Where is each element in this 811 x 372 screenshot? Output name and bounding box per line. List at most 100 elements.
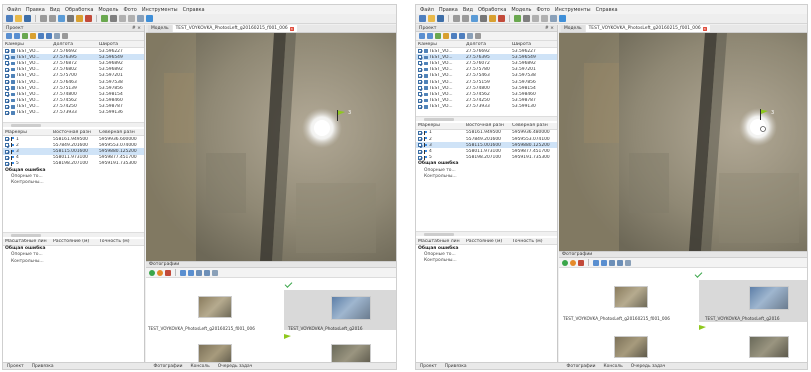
col-scalebars[interactable]: Масштабные лин xyxy=(3,239,53,244)
camera-row[interactable]: TEST_VO... 27.573933 53.599136 xyxy=(3,110,144,116)
remove-icon[interactable] xyxy=(165,269,171,276)
checkbox-icon[interactable] xyxy=(418,73,422,78)
checkbox-icon[interactable] xyxy=(418,92,422,97)
mesh-icon[interactable] xyxy=(523,15,530,22)
checkbox-icon[interactable] xyxy=(418,61,422,66)
remove-icon[interactable] xyxy=(578,259,584,266)
camera-row[interactable]: TEST_VO... 27.575700 53.597201 xyxy=(3,73,144,79)
photo-thumbnail-selected[interactable] xyxy=(331,296,371,320)
view-errors-icon[interactable] xyxy=(451,33,457,39)
photo-view[interactable]: 3 xyxy=(559,33,807,251)
camera-row[interactable]: TEST_VO... 27.574800 53.598154 xyxy=(3,91,144,97)
optimize-icon[interactable] xyxy=(30,33,36,39)
import-icon[interactable] xyxy=(6,33,12,39)
cameras-hscrollbar[interactable] xyxy=(3,122,144,128)
checkbox-icon[interactable] xyxy=(418,130,422,135)
marker-row[interactable]: 2 557849.201600 5959553.074100 xyxy=(416,136,557,142)
checkbox-icon[interactable] xyxy=(418,143,422,148)
menu-photo[interactable]: Фото xyxy=(536,7,549,13)
pane-controls[interactable]: # × xyxy=(132,26,141,31)
tab-reference[interactable]: Привязка xyxy=(445,364,467,369)
grid-icon[interactable] xyxy=(212,269,218,276)
uncheck-icon[interactable] xyxy=(157,269,163,276)
save-icon[interactable] xyxy=(24,15,31,22)
camera-row[interactable]: TEST_VO... 27.576395 53.596549 xyxy=(416,54,557,61)
menu-model[interactable]: Модель xyxy=(98,7,118,13)
delete-icon[interactable] xyxy=(85,15,92,22)
col-latitude[interactable]: Широта xyxy=(99,42,143,47)
marker-row[interactable]: 2 557849.201600 5959553.074000 xyxy=(3,142,144,148)
marker-icon[interactable] xyxy=(146,15,153,22)
tab-workspace[interactable]: Проект xyxy=(7,364,24,369)
camera-row[interactable]: TEST_VO... 27.575139 53.597856 xyxy=(3,85,144,91)
reset-icon[interactable] xyxy=(62,33,68,39)
checkbox-icon[interactable] xyxy=(418,55,422,60)
marker-row[interactable]: 4 558011.973100 5959877.451700 xyxy=(3,155,144,161)
checkbox-icon[interactable] xyxy=(5,149,9,154)
checkbox-icon[interactable] xyxy=(5,92,9,97)
tab-photo[interactable]: TEST_VOYKOVKA_PhotosLeft_g20160215_f001_… xyxy=(172,25,297,32)
thumbnail-icon[interactable] xyxy=(609,259,615,266)
camera-row[interactable]: TEST_VO... 27.574562 53.598460 xyxy=(3,98,144,104)
navigate-icon[interactable] xyxy=(480,15,487,22)
marker-row[interactable]: 1 558161.949500 5959936.480000 xyxy=(416,130,557,136)
view-source-icon[interactable] xyxy=(459,33,465,39)
checkbox-icon[interactable] xyxy=(418,98,422,103)
checkbox-icon[interactable] xyxy=(5,143,9,148)
close-icon[interactable]: × xyxy=(702,26,707,31)
photo-view[interactable]: 3 xyxy=(146,33,396,261)
camera-row[interactable]: TEST_VO... 27.574800 53.598154 xyxy=(416,85,557,91)
settings-icon[interactable] xyxy=(54,33,60,39)
checkbox-icon[interactable] xyxy=(5,80,9,85)
uncheck-icon[interactable] xyxy=(570,259,576,266)
view-source-icon[interactable] xyxy=(46,33,52,39)
photo-thumbnail[interactable] xyxy=(198,296,232,318)
markers-hscrollbar[interactable] xyxy=(3,231,144,237)
tab-reference[interactable]: Привязка xyxy=(32,364,54,369)
convert-icon[interactable] xyxy=(22,33,28,39)
checkbox-icon[interactable] xyxy=(5,61,9,66)
checkbox-icon[interactable] xyxy=(5,86,9,91)
col-distance[interactable]: Расстояние (м) xyxy=(53,239,99,244)
open-icon[interactable] xyxy=(15,15,22,22)
optimize-icon[interactable] xyxy=(443,33,449,39)
menu-view[interactable]: Вид xyxy=(50,7,60,13)
col-north-error[interactable]: Северная разн xyxy=(512,123,556,128)
checkbox-icon[interactable] xyxy=(5,67,9,72)
col-accuracy[interactable]: Точность (м) xyxy=(99,239,143,244)
details-icon[interactable] xyxy=(204,269,210,276)
menu-edit[interactable]: Правка xyxy=(26,7,45,13)
photo-thumbnail-selected[interactable] xyxy=(749,286,789,310)
tab-workspace[interactable]: Проект xyxy=(420,364,437,369)
rotate-left-icon[interactable] xyxy=(593,259,599,266)
camera-row[interactable]: TEST_VO... 27.576463 53.597538 xyxy=(3,79,144,85)
menu-file[interactable]: Файл xyxy=(7,7,21,13)
camera-row[interactable]: TEST_VO... 27.574562 53.598460 xyxy=(416,91,557,97)
col-accuracy[interactable]: Точность (м) xyxy=(512,239,556,244)
marker-flag-icon[interactable] xyxy=(336,110,348,124)
export-icon[interactable] xyxy=(14,33,20,39)
marker-row[interactable]: 4 558011.973100 5959877.451700 xyxy=(416,148,557,154)
view-errors-icon[interactable] xyxy=(38,33,44,39)
tab-photos[interactable]: Фотографии xyxy=(567,364,596,369)
col-scalebars[interactable]: Масштабные лин xyxy=(416,239,466,244)
menu-help[interactable]: Справка xyxy=(183,7,205,13)
export-icon[interactable] xyxy=(427,33,433,39)
marker-row[interactable]: 1 558161.949500 5959936.600000 xyxy=(3,136,144,142)
menu-tools[interactable]: Инструменты xyxy=(555,7,591,13)
tab-model[interactable]: Модель xyxy=(561,25,585,32)
undo-icon[interactable] xyxy=(453,15,460,22)
camera-row[interactable]: TEST_VO... 27.574250 53.598787 xyxy=(416,98,557,104)
menu-workflow[interactable]: Обработка xyxy=(478,7,506,13)
marker-row[interactable]: 3 558115.001600 5959880.125200 xyxy=(3,148,144,155)
menu-photo[interactable]: Фото xyxy=(123,7,136,13)
col-east-error[interactable]: Восточная разн xyxy=(53,130,99,135)
ruler-icon[interactable] xyxy=(76,15,83,22)
open-icon[interactable] xyxy=(428,15,435,22)
tab-model[interactable]: Модель xyxy=(148,25,172,32)
checkbox-icon[interactable] xyxy=(5,55,9,60)
points-icon[interactable] xyxy=(101,15,108,22)
check-icon[interactable] xyxy=(562,259,568,266)
photo-thumbnail[interactable] xyxy=(749,336,789,358)
points-icon[interactable] xyxy=(514,15,521,22)
